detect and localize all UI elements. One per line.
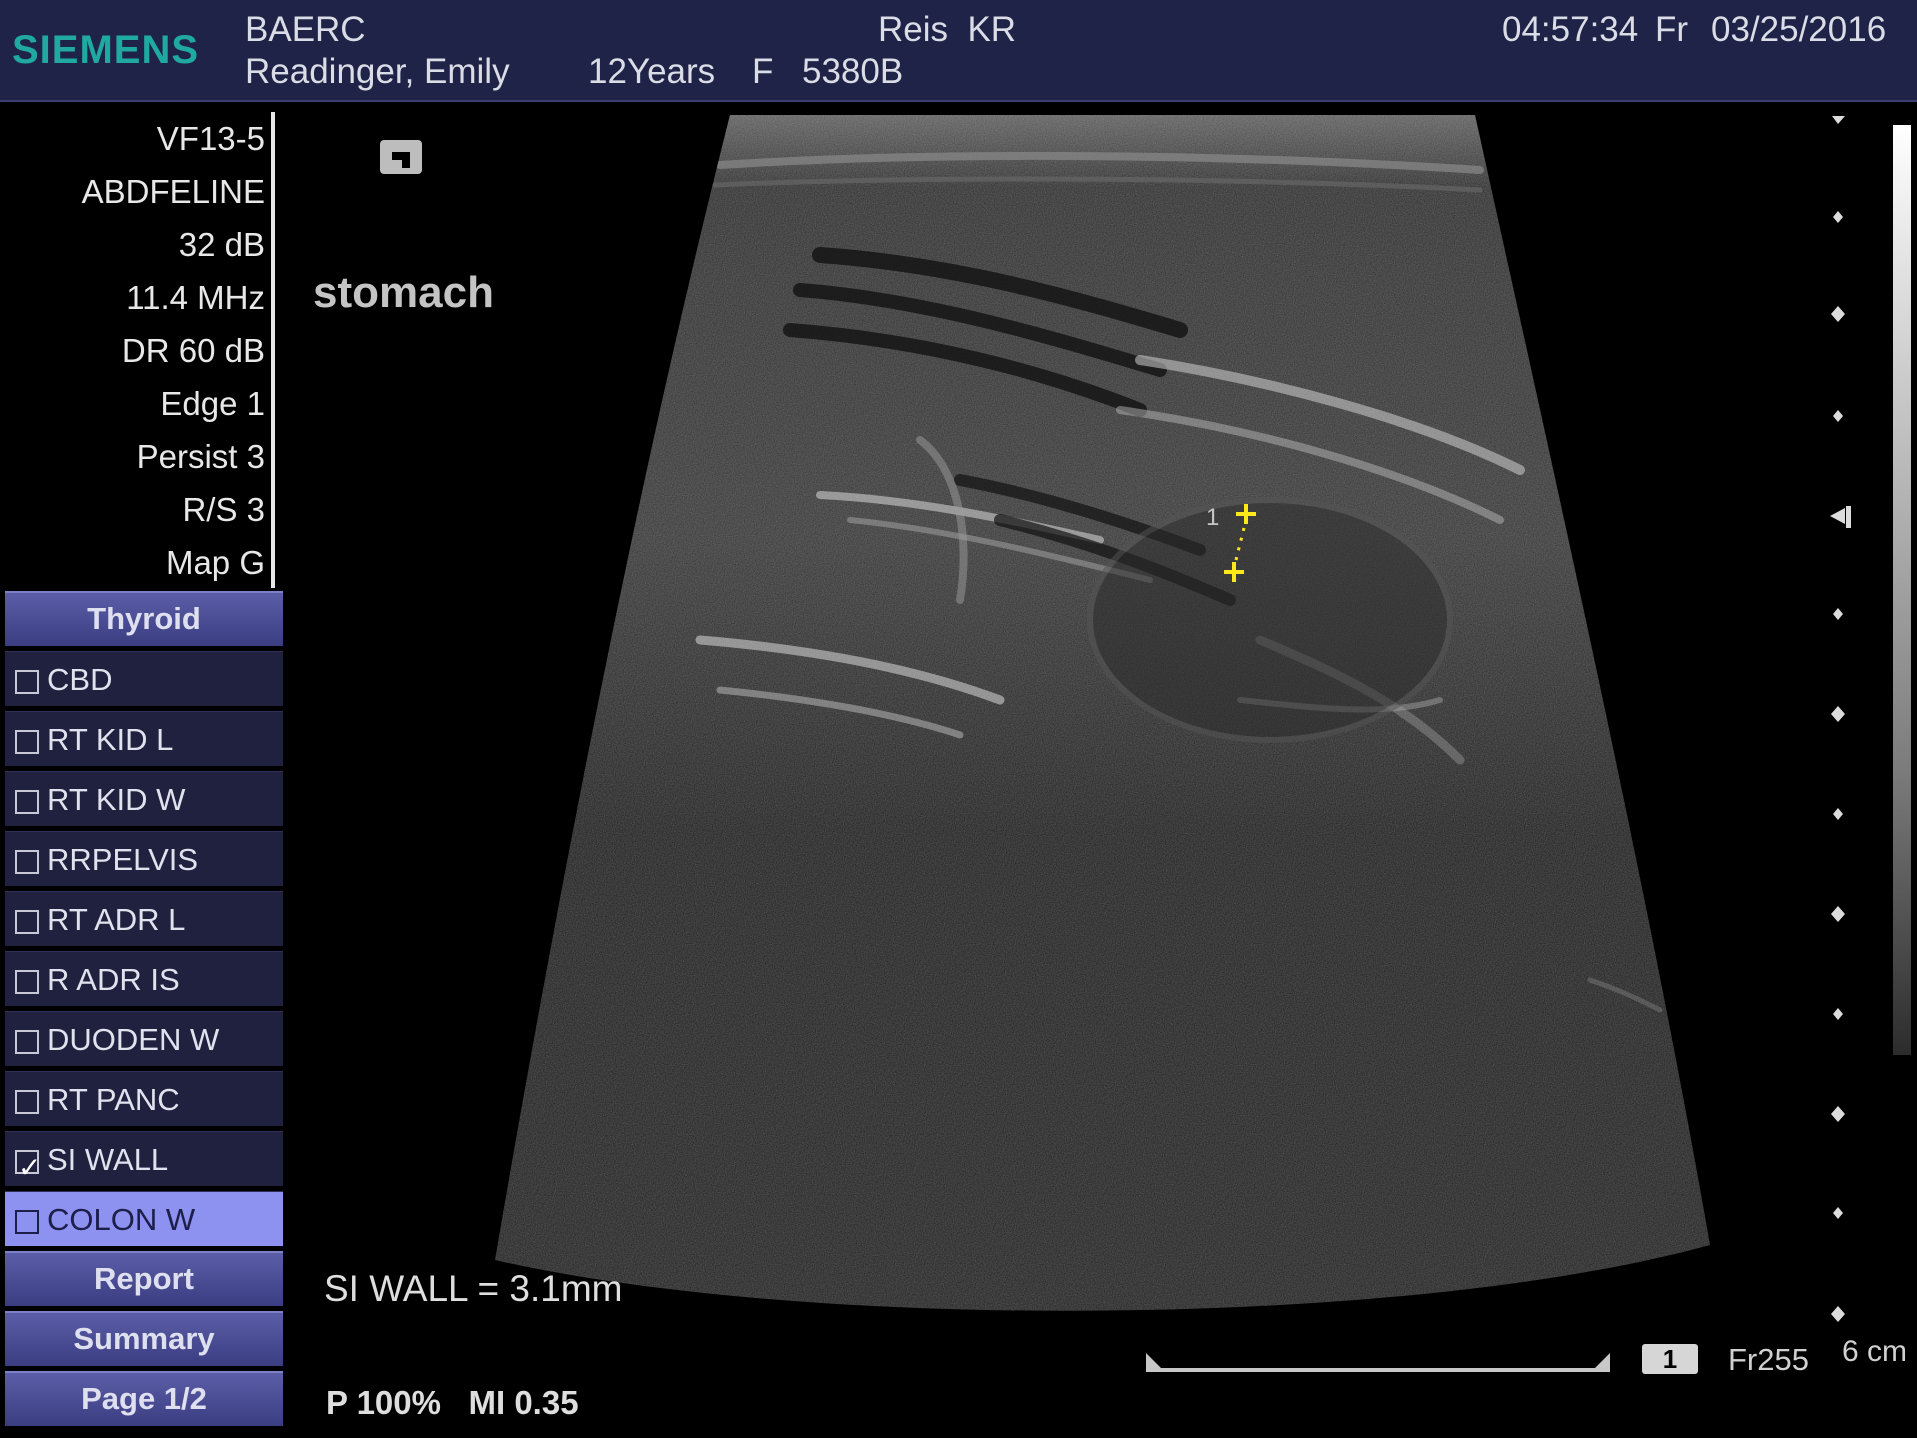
depth-tick [1833, 1207, 1843, 1219]
cine-right-handle-icon[interactable] [1593, 1353, 1610, 1370]
depth-tick [1831, 706, 1845, 722]
depth-tick [1833, 410, 1843, 422]
depth-tick [1831, 1306, 1845, 1322]
depth-tick [1833, 808, 1843, 820]
depth-scale [1830, 116, 1851, 1322]
ultrasound-image-area: 1 stomach SI WALL = 3.1mm P 100% MI 0.35… [0, 0, 1917, 1438]
orientation-marker-icon [380, 140, 422, 174]
ultrasound-scan-svg: 1 [380, 115, 1851, 1372]
depth-scale-top-marker [1832, 116, 1845, 124]
depth-tick [1831, 306, 1845, 322]
depth-tick [1833, 211, 1843, 223]
cine-scrollbar[interactable] [1146, 1353, 1610, 1372]
depth-tick [1831, 906, 1845, 922]
caliper-label: 1 [1206, 504, 1219, 531]
depth-tick [1833, 1008, 1843, 1020]
depth-tick [1833, 608, 1843, 620]
focus-marker-icon[interactable] [1830, 506, 1851, 528]
cine-left-handle-icon[interactable] [1146, 1353, 1163, 1370]
speckle-texture [495, 115, 1710, 1311]
depth-tick [1831, 1106, 1845, 1122]
